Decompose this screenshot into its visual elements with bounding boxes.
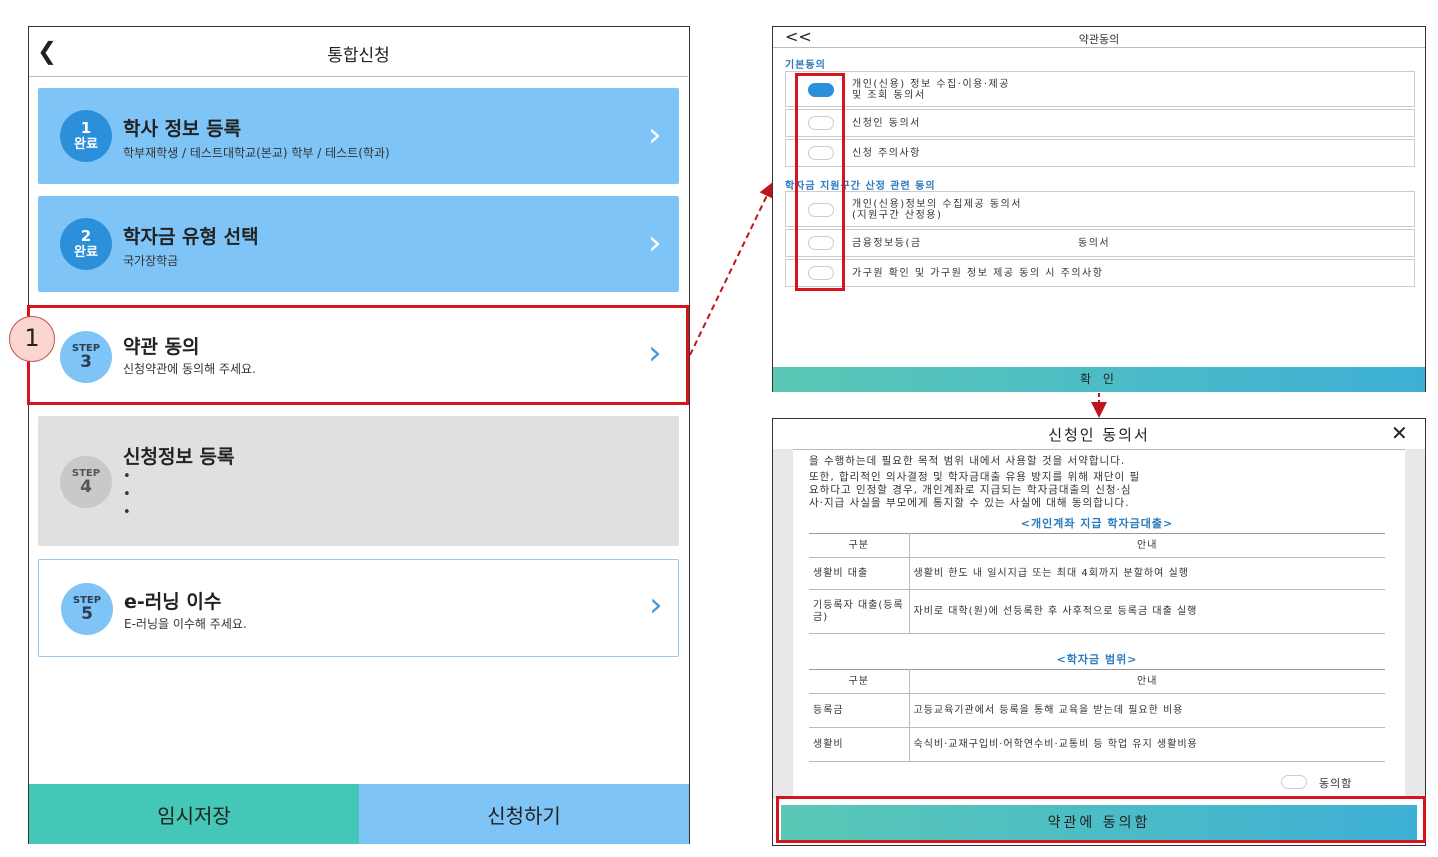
cell-value: 숙식비·교재구입비·어학연수비·교통비 등 학업 유지 생활비용	[909, 727, 1385, 762]
scope-table: 구분 안내 등록금 고등교육기관에서 등록을 통해 교육을 받는데 필요한 비용 생…	[809, 669, 1385, 762]
table-title: <개인계좌 지급 학자금대출>	[1020, 517, 1174, 530]
divider	[773, 449, 1425, 450]
scrollbar[interactable]	[1405, 449, 1425, 799]
table-title: <학자금 범위>	[1056, 653, 1138, 666]
side-gutter	[773, 449, 793, 799]
term-label: 금융정보등(금	[852, 238, 922, 249]
col-header: 안내	[909, 669, 1385, 694]
loan-table: 구분 안내 생활비 대출 생활비 한도 내 일시지급 또는 최대 4회까지 분할하여…	[809, 533, 1385, 634]
terms-title: 약관동의	[1078, 33, 1120, 46]
consent-text: 사·지급 사실을 부모에게 통지할 수 있는 사실에 대해 동의합니다.	[809, 497, 1130, 509]
agree-check-off[interactable]	[1281, 775, 1307, 789]
term-label: 신청 주의사항	[852, 148, 921, 159]
term-item-applicant[interactable]: 신청인 동의서	[785, 109, 1415, 137]
cell-key: 생활비 대출	[809, 557, 910, 590]
term-label: (지원구간 산정용)	[852, 210, 943, 221]
col-header: 구분	[809, 533, 910, 558]
term-item-personal-info[interactable]: 개인(신용) 정보 수집·이용·제공 및 조회 동의서	[785, 71, 1415, 107]
term-label: 개인(신용)정보의 수집제공 동의서	[852, 199, 1022, 210]
confirm-button[interactable]: 확 인	[773, 367, 1425, 392]
consent-dialog: 신청인 동의서 ✕ 을 수행하는데 필요한 목적 범위 내에서 사용할 것을 서…	[772, 418, 1426, 846]
terms-agreement-screen: << 약관동의 기본동의 개인(신용) 정보 수집·이용·제공 및 조회 동의서…	[772, 26, 1426, 392]
highlight-box-agree	[776, 796, 1426, 843]
term-label: 및 조회 동의서	[852, 90, 926, 101]
cell-key: 기등록자 대출(등록금)	[809, 589, 910, 634]
cell-value: 자비로 대학(원)에 선등록한 후 사후적으로 등록금 대출 실행	[909, 589, 1385, 634]
section-basic: 기본동의	[785, 60, 826, 71]
cell-key: 생활비	[809, 727, 910, 762]
cell-value: 생활비 한도 내 일시지급 또는 최대 4회까지 분할하여 실행	[909, 557, 1385, 590]
col-header: 구분	[809, 669, 910, 694]
term-item-support-info[interactable]: 개인(신용)정보의 수집제공 동의서 (지원구간 산정용)	[785, 191, 1415, 227]
cell-key: 등록금	[809, 693, 910, 728]
dialog-title: 신청인 동의서	[1048, 426, 1150, 444]
term-label: 동의서	[1078, 238, 1111, 249]
divider	[773, 47, 1425, 48]
term-label: 신청인 동의서	[852, 118, 921, 129]
consent-text: 또한, 합리적인 의사결정 및 학자금대출 유용 방지를 위해 재단이 필	[809, 471, 1141, 483]
term-item-caution[interactable]: 신청 주의사항	[785, 139, 1415, 167]
term-label: 가구원 확인 및 가구원 정보 제공 동의 시 주의사항	[852, 268, 1104, 279]
term-label: 개인(신용) 정보 수집·이용·제공	[852, 79, 1010, 90]
consent-text: 요하다고 인정할 경우, 개인계좌로 지급되는 학자금대출의 신청·심	[809, 484, 1132, 496]
cell-value: 고등교육기관에서 등록을 통해 교육을 받는데 필요한 비용	[909, 693, 1385, 728]
consent-text: 을 수행하는데 필요한 목적 범위 내에서 사용할 것을 서약합니다.	[809, 455, 1126, 467]
close-icon[interactable]: ✕	[1391, 421, 1408, 445]
term-item-financial[interactable]: 금융정보등(금 동의서	[785, 229, 1415, 257]
col-header: 안내	[909, 533, 1385, 558]
term-item-household[interactable]: 가구원 확인 및 가구원 정보 제공 동의 시 주의사항	[785, 259, 1415, 287]
highlight-box-checks	[795, 73, 845, 291]
agree-check-label: 동의함	[1319, 777, 1353, 790]
arrow-to-terms	[689, 181, 774, 356]
